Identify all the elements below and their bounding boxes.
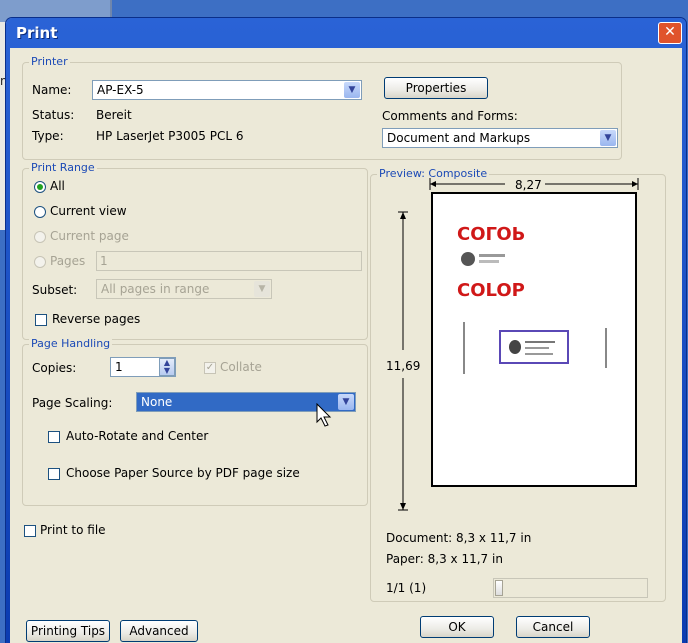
paper-source-checkbox[interactable] bbox=[48, 468, 60, 480]
preview-height-value: 11,69 bbox=[386, 359, 421, 373]
slider-thumb[interactable] bbox=[495, 580, 503, 596]
current-page-radio[interactable] bbox=[34, 231, 46, 243]
collate-checkbox[interactable]: ✓ bbox=[204, 362, 216, 374]
pages-radio[interactable] bbox=[34, 256, 46, 268]
card-text-line bbox=[479, 254, 505, 257]
advanced-button[interactable]: Advanced bbox=[120, 620, 198, 642]
subset-label: Subset: bbox=[32, 283, 78, 297]
subset-value: All pages in range bbox=[101, 282, 210, 296]
current-page-label: Current page bbox=[50, 229, 129, 243]
printer-group-label: Printer bbox=[29, 55, 70, 68]
comments-forms-label: Comments and Forms: bbox=[382, 109, 518, 123]
status-label: Status: bbox=[32, 108, 75, 122]
current-view-label[interactable]: Current view bbox=[50, 204, 127, 218]
logo-mirrored: COLOP bbox=[457, 222, 525, 243]
avatar bbox=[461, 252, 475, 266]
printing-tips-button[interactable]: Printing Tips bbox=[26, 620, 110, 642]
card-text-line bbox=[479, 260, 499, 263]
chevron-down-icon: ▼ bbox=[600, 130, 616, 146]
ok-button[interactable]: OK bbox=[420, 616, 494, 638]
chevron-down-icon: ▼ bbox=[254, 281, 270, 297]
all-label[interactable]: All bbox=[50, 179, 65, 193]
card-text-line bbox=[525, 353, 553, 355]
printer-name-select[interactable]: AP-EX-5 ▼ bbox=[92, 80, 362, 100]
page-scaling-value: None bbox=[141, 395, 173, 409]
page-slider[interactable] bbox=[493, 578, 648, 598]
card-text-line bbox=[525, 341, 555, 343]
auto-rotate-label[interactable]: Auto-Rotate and Center bbox=[66, 429, 208, 443]
copies-stepper[interactable]: ▲ ▼ bbox=[159, 358, 175, 376]
all-radio[interactable] bbox=[34, 181, 46, 193]
subset-select[interactable]: All pages in range ▼ bbox=[96, 279, 272, 299]
preview-page: COLOP COLOP bbox=[431, 192, 637, 487]
reverse-pages-checkbox[interactable] bbox=[35, 314, 47, 326]
side-text-strip bbox=[605, 328, 607, 368]
stamp-frame bbox=[499, 330, 569, 364]
arrow-up-icon bbox=[400, 212, 406, 219]
avatar bbox=[509, 340, 521, 354]
pages-input[interactable]: 1 bbox=[96, 251, 362, 271]
arrow-down-icon bbox=[400, 503, 406, 510]
type-value: HP LaserJet P3005 PCL 6 bbox=[96, 129, 244, 143]
paper-size: Paper: 8,3 x 11,7 in bbox=[386, 552, 503, 566]
paper-source-label[interactable]: Choose Paper Source by PDF page size bbox=[66, 466, 300, 480]
status-value: Bereit bbox=[96, 108, 132, 122]
print-to-file-label[interactable]: Print to file bbox=[40, 523, 106, 537]
page-handling-group-label: Page Handling bbox=[29, 337, 113, 350]
logo: COLOP bbox=[457, 280, 525, 301]
copies-label: Copies: bbox=[32, 361, 77, 375]
close-button[interactable]: ✕ bbox=[658, 22, 682, 44]
print-to-file-checkbox[interactable] bbox=[24, 525, 36, 537]
preview-width-value: 8,27 bbox=[515, 178, 542, 192]
arrow-left-icon bbox=[430, 181, 436, 187]
current-view-radio[interactable] bbox=[34, 206, 46, 218]
cancel-button[interactable]: Cancel bbox=[516, 616, 590, 638]
type-label: Type: bbox=[32, 129, 64, 143]
close-icon: ✕ bbox=[664, 24, 676, 40]
document-size: Document: 8,3 x 11,7 in bbox=[386, 531, 532, 545]
print-range-group-label: Print Range bbox=[29, 161, 97, 174]
arrow-down-icon: ▼ bbox=[163, 366, 171, 375]
mouse-cursor-icon bbox=[316, 403, 332, 427]
name-label: Name: bbox=[32, 83, 72, 97]
copies-value: 1 bbox=[115, 360, 123, 374]
reverse-pages-label[interactable]: Reverse pages bbox=[52, 312, 140, 326]
comments-forms-select[interactable]: Document and Markups ▼ bbox=[382, 128, 618, 148]
collate-label: Collate bbox=[220, 360, 262, 374]
pages-label: Pages bbox=[50, 254, 86, 268]
properties-button[interactable]: Properties bbox=[384, 77, 488, 99]
arrow-right-icon bbox=[632, 181, 638, 187]
side-text-strip bbox=[463, 322, 465, 374]
card-text-line bbox=[525, 347, 549, 349]
dialog-title: Print bbox=[16, 24, 58, 42]
chevron-down-icon: ▼ bbox=[338, 394, 354, 410]
comments-forms-value: Document and Markups bbox=[387, 131, 531, 145]
page-scaling-label: Page Scaling: bbox=[32, 396, 113, 410]
auto-rotate-checkbox[interactable] bbox=[48, 431, 60, 443]
chevron-down-icon: ▼ bbox=[344, 82, 360, 98]
printer-name-value: AP-EX-5 bbox=[97, 83, 144, 97]
page-counter: 1/1 (1) bbox=[386, 581, 427, 595]
